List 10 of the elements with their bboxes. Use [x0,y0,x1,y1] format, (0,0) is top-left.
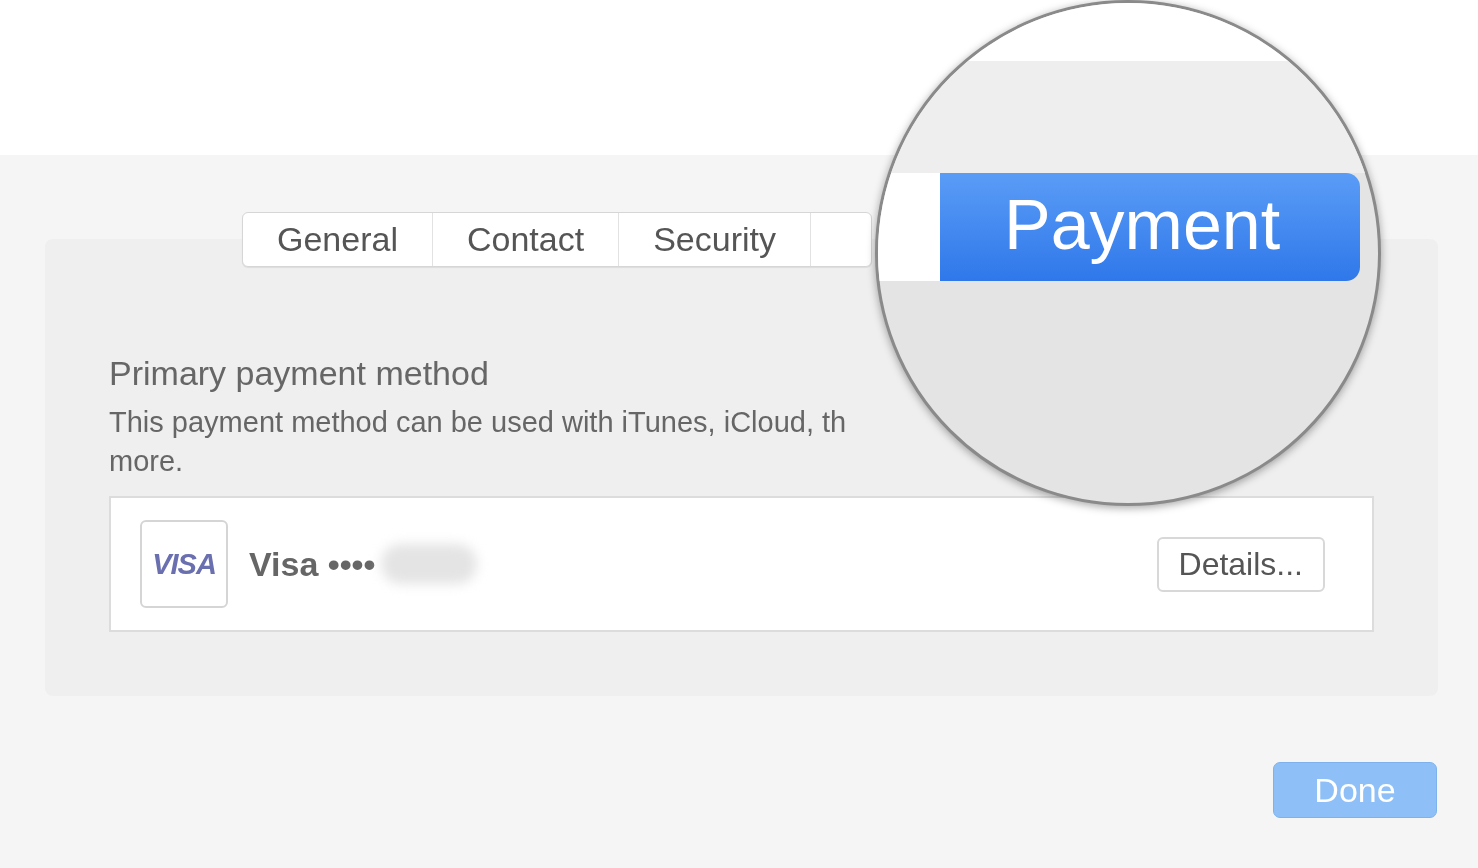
card-name: Visa •••• [249,544,376,584]
visa-logo: VISA [140,520,228,608]
tab[interactable]: Security [619,213,811,266]
tab[interactable]: General [243,213,433,266]
details-button[interactable]: Details... [1156,536,1325,592]
tab[interactable] [878,173,940,281]
tab[interactable]: Contact [432,213,620,266]
section-heading: Primary payment method [109,353,490,393]
description-text: This payment method can be used with iTunes, iCloud, th [109,405,847,440]
description-text: more. [109,444,184,479]
